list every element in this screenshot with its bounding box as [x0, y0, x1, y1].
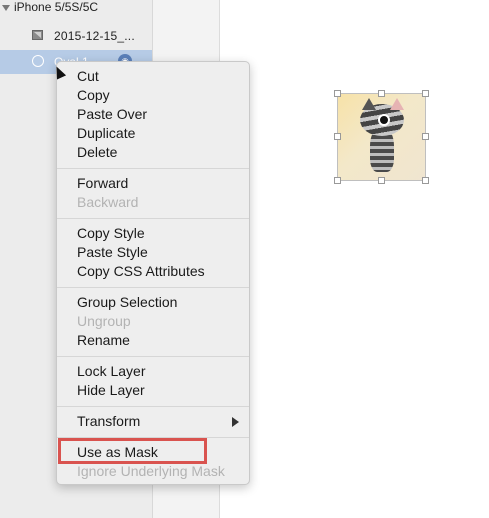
menu-item-paste-style[interactable]: Paste Style — [77, 243, 148, 262]
menu-item-paste-over[interactable]: Paste Over — [77, 105, 147, 124]
resize-handle-left[interactable] — [334, 133, 341, 140]
menu-item-duplicate[interactable]: Duplicate — [77, 124, 135, 143]
menu-item-transform[interactable]: Transform — [77, 412, 249, 431]
oval-shape-icon — [32, 55, 44, 67]
menu-item-ignore-underlying-mask: Ignore Underlying Mask — [77, 463, 225, 479]
image-layer-icon — [32, 30, 43, 40]
resize-handle-bottom-right[interactable] — [422, 177, 429, 184]
resize-handle-top-right[interactable] — [422, 90, 429, 97]
menu-separator — [57, 168, 249, 169]
cat-eye — [378, 114, 390, 126]
menu-item-rename[interactable]: Rename — [77, 331, 130, 350]
menu-item-copy[interactable]: Copy — [77, 86, 110, 105]
menu-item-copy-style[interactable]: Copy Style — [77, 224, 145, 243]
menu-item-backward: Backward — [77, 194, 139, 210]
menu-separator — [57, 356, 249, 357]
menu-item-copy-css[interactable]: Copy CSS Attributes — [77, 262, 205, 281]
cat-ear-left — [362, 98, 376, 110]
submenu-arrow-icon — [232, 417, 239, 427]
disclosure-triangle-icon[interactable] — [2, 5, 10, 11]
menu-item-ungroup: Ungroup — [77, 313, 131, 329]
menu-item-group-selection[interactable]: Group Selection — [77, 293, 177, 312]
menu-item-forward[interactable]: Forward — [77, 174, 128, 193]
resize-handle-bottom-left[interactable] — [334, 177, 341, 184]
context-menu: Cut Copy Paste Over Duplicate Delete For… — [56, 61, 250, 485]
cat-ear-right — [390, 98, 404, 110]
menu-separator — [57, 218, 249, 219]
menu-separator — [57, 406, 249, 407]
menu-item-cut[interactable]: Cut — [77, 67, 99, 86]
menu-separator — [57, 287, 249, 288]
artboard-label: iPhone 5/5S/5C — [14, 0, 99, 14]
menu-item-hide-layer[interactable]: Hide Layer — [77, 381, 145, 400]
menu-item-delete[interactable]: Delete — [77, 143, 117, 162]
resize-handle-top[interactable] — [378, 90, 385, 97]
transform-label: Transform — [77, 413, 141, 429]
resize-handle-top-left[interactable] — [334, 90, 341, 97]
cat-image[interactable] — [337, 93, 426, 181]
resize-handle-right[interactable] — [422, 133, 429, 140]
resize-handle-bottom[interactable] — [378, 177, 385, 184]
layer-row-image[interactable]: 2015-12-15_... — [0, 24, 152, 48]
use-as-mask-highlight — [58, 438, 207, 464]
layer-row-artboard[interactable]: iPhone 5/5S/5C — [0, 0, 152, 21]
menu-item-lock-layer[interactable]: Lock Layer — [77, 362, 145, 381]
image-layer-label: 2015-12-15_... — [54, 29, 135, 43]
